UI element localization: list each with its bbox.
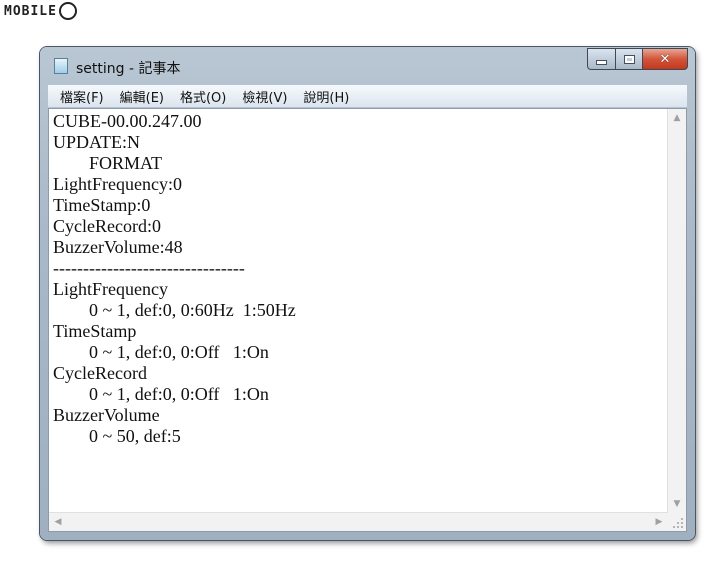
scroll-left-icon[interactable]: ◀ — [49, 513, 67, 531]
close-icon: ✕ — [659, 51, 671, 67]
window-title: setting - 記事本 — [76, 61, 181, 77]
horizontal-scrollbar[interactable]: ◀ ▶ — [49, 512, 668, 531]
maximize-icon — [623, 54, 635, 64]
menu-file[interactable]: 檔案(F) — [52, 87, 112, 106]
menu-bar: 檔案(F) 編輯(E) 格式(O) 檢視(V) 說明(H) — [48, 85, 687, 108]
menu-view[interactable]: 檢視(V) — [234, 87, 295, 106]
minimize-button[interactable] — [587, 48, 615, 70]
caption-buttons: ✕ — [587, 48, 688, 70]
menu-help[interactable]: 說明(H) — [295, 87, 357, 106]
close-button[interactable]: ✕ — [642, 48, 688, 70]
notepad-window: setting - 記事本 ✕ 檔案(F) 編輯(E) 格式(O) 檢視(V) … — [40, 47, 695, 540]
notepad-icon[interactable] — [54, 58, 68, 74]
logo-text: MOBILE — [4, 3, 57, 19]
scroll-down-icon[interactable]: ▼ — [668, 495, 686, 513]
mobile01-logo: MOBILE — [4, 2, 77, 20]
resize-grip-icon[interactable] — [668, 513, 686, 531]
vertical-scrollbar[interactable]: ▲ ▼ — [667, 109, 686, 513]
minimize-icon — [596, 60, 607, 65]
scroll-up-icon[interactable]: ▲ — [668, 109, 686, 127]
menu-format[interactable]: 格式(O) — [172, 87, 234, 106]
maximize-button[interactable] — [615, 48, 642, 70]
scroll-right-icon[interactable]: ▶ — [650, 513, 668, 531]
title-bar[interactable]: setting - 記事本 ✕ — [40, 47, 695, 85]
menu-edit[interactable]: 編輯(E) — [112, 87, 172, 106]
logo-ring-icon — [58, 2, 77, 20]
editor-pane: CUBE-00.00.247.00 UPDATE:N FORMAT LightF… — [48, 108, 687, 532]
text-editor[interactable]: CUBE-00.00.247.00 UPDATE:N FORMAT LightF… — [53, 111, 666, 511]
